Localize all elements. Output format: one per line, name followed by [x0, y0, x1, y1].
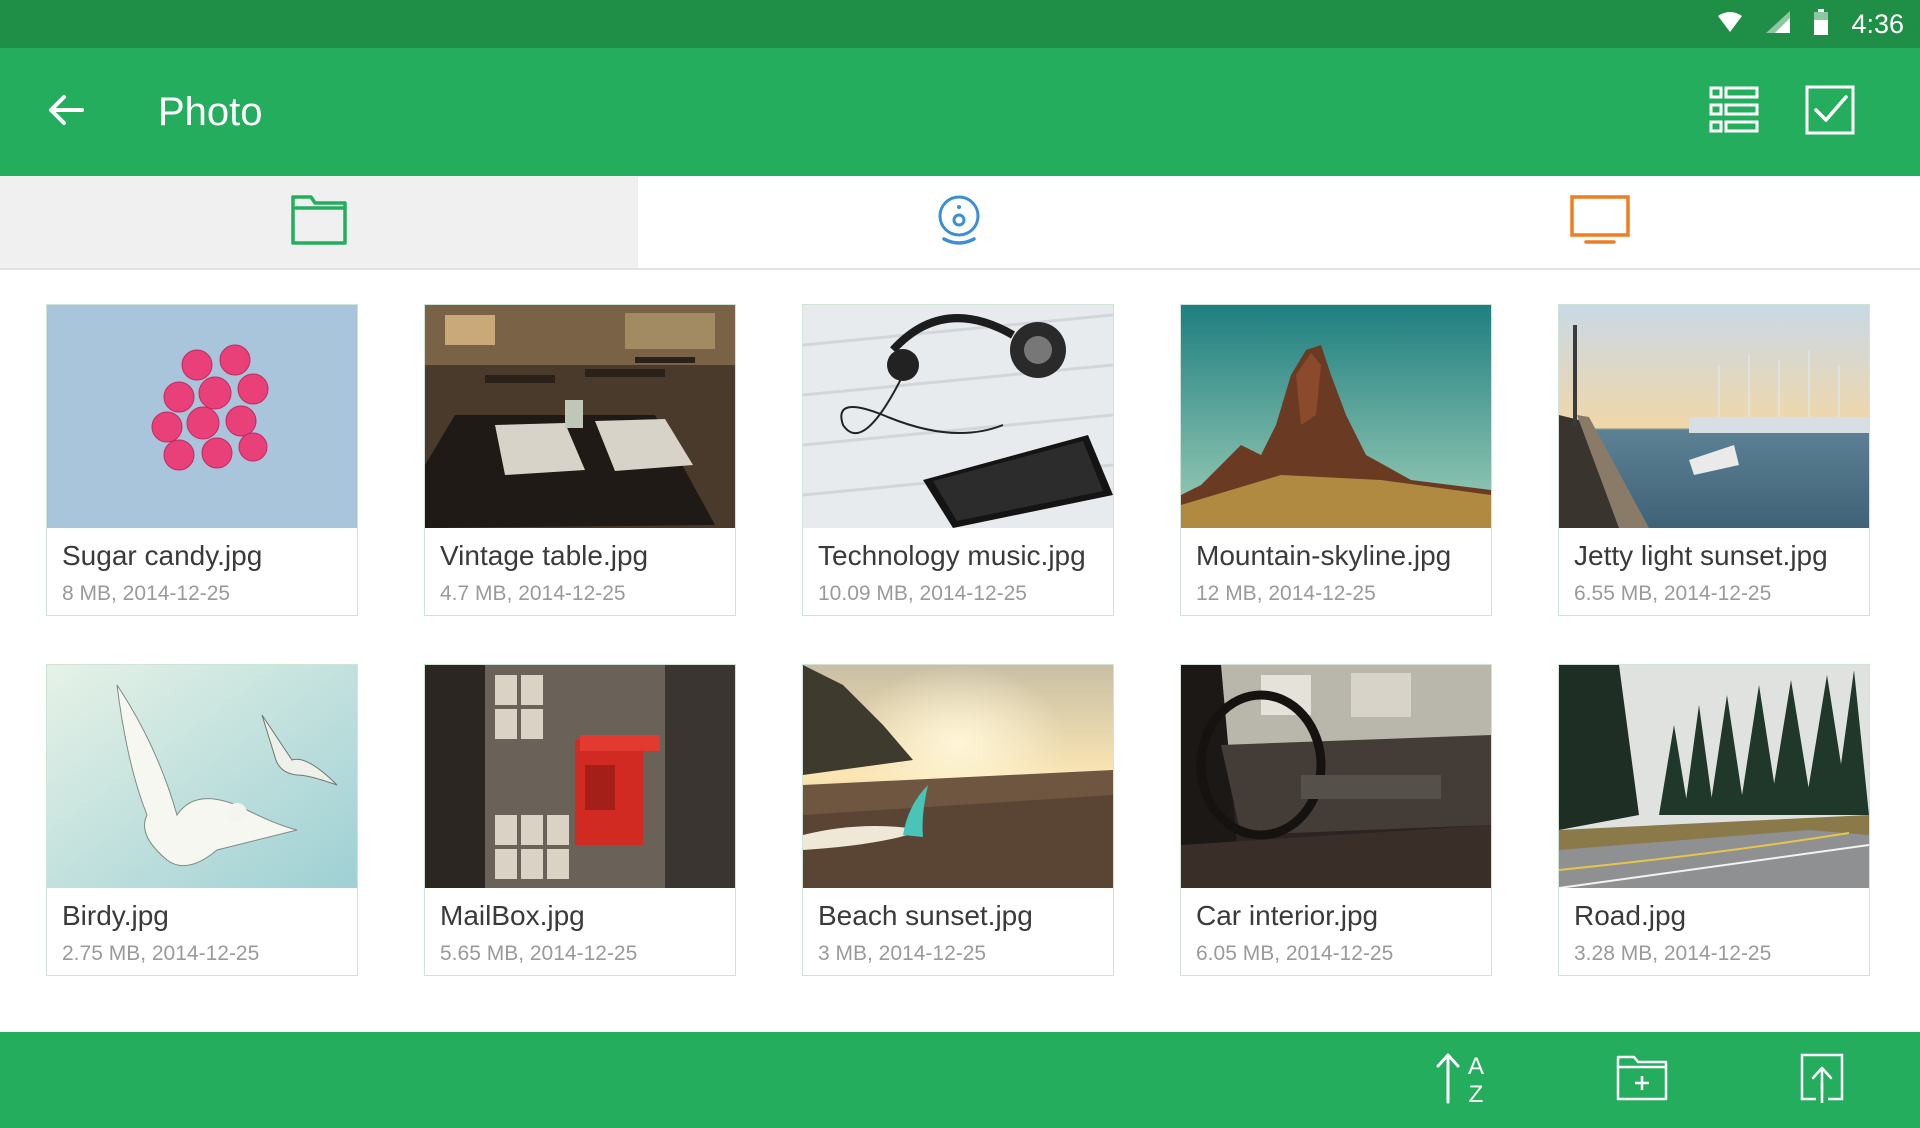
thumbnail-technology-music [803, 305, 1113, 528]
file-meta: 8 MB, 2014-12-25 [62, 582, 231, 605]
status-icons: 4:36 [1717, 0, 1904, 48]
thumbnail-birdy [47, 665, 357, 888]
file-meta: 12 MB, 2014-12-25 [1196, 582, 1376, 605]
new-folder-icon [1616, 1055, 1668, 1106]
thumbnail-road [1559, 665, 1869, 888]
file-name: Beach sunset.jpg [818, 900, 1033, 931]
thumbnail-vintage-table [425, 305, 735, 528]
select-checkbox-icon [1805, 85, 1855, 140]
back-arrow-icon [48, 94, 84, 131]
photo-card-technology-music[interactable]: Technology music.jpg 10.09 MB, 2014-12-2… [802, 304, 1114, 616]
upload-icon [1800, 1053, 1844, 1108]
back-button[interactable] [36, 82, 96, 142]
file-name: Car interior.jpg [1196, 900, 1379, 931]
photo-card-birdy[interactable]: Birdy.jpg 2.75 MB, 2014-12-25 [46, 664, 358, 976]
file-name: Sugar candy.jpg [62, 540, 263, 571]
thumbnail-mailbox [425, 665, 735, 888]
photo-card-mountain-skyline[interactable]: Mountain-skyline.jpg 12 MB, 2014-12-25 [1180, 304, 1492, 616]
file-meta: 3.28 MB, 2014-12-25 [1574, 942, 1772, 965]
thumbnail-sugar-candy [47, 305, 357, 528]
tab-tv[interactable] [1279, 176, 1920, 268]
file-name: Technology music.jpg [818, 540, 1086, 571]
file-meta: 2.75 MB, 2014-12-25 [62, 942, 260, 965]
photo-card-sugar-candy[interactable]: Sugar candy.jpg 8 MB, 2014-12-25 [46, 304, 358, 616]
photo-card-beach-sunset[interactable]: Beach sunset.jpg 3 MB, 2014-12-25 [802, 664, 1114, 976]
battery-icon [1813, 8, 1829, 40]
file-name: Road.jpg [1574, 900, 1687, 931]
tab-bar [0, 176, 1920, 270]
tab-remote-device[interactable] [638, 176, 1279, 268]
status-time: 4:36 [1851, 8, 1904, 39]
tv-icon [1569, 194, 1630, 250]
file-name: Jetty light sunset.jpg [1574, 540, 1828, 571]
page-title: Photo [158, 90, 263, 134]
wifi-icon [1717, 11, 1743, 38]
app-bar: Photo [0, 48, 1920, 176]
sort-button[interactable]: A Z [1432, 1050, 1492, 1110]
file-name: Mountain-skyline.jpg [1196, 540, 1452, 571]
tab-local-folder[interactable] [0, 176, 638, 268]
status-bar: 4:36 [0, 0, 1920, 48]
file-meta: 5.65 MB, 2014-12-25 [440, 942, 638, 965]
photo-card-mailbox[interactable]: MailBox.jpg 5.65 MB, 2014-12-25 [424, 664, 736, 976]
list-view-button[interactable] [1704, 82, 1764, 142]
thumbnail-beach-sunset [803, 665, 1113, 888]
file-meta: 6.55 MB, 2014-12-25 [1574, 582, 1772, 605]
sort-label-a: A [1468, 1053, 1484, 1080]
thumbnail-car-interior [1181, 665, 1491, 888]
file-meta: 10.09 MB, 2014-12-25 [818, 582, 1027, 605]
photo-card-road[interactable]: Road.jpg 3.28 MB, 2014-12-25 [1558, 664, 1870, 976]
bottom-action-bar: A Z [0, 1032, 1920, 1128]
file-name: Vintage table.jpg [440, 540, 649, 571]
file-meta: 4.7 MB, 2014-12-25 [440, 582, 626, 605]
cell-signal-icon [1765, 10, 1791, 39]
list-view-icon [1709, 86, 1759, 139]
thumbnail-mountain-skyline [1181, 305, 1491, 528]
webcam-device-icon [936, 195, 982, 250]
photo-card-jetty-light-sunset[interactable]: Jetty light sunset.jpg 6.55 MB, 2014-12-… [1558, 304, 1870, 616]
file-name: MailBox.jpg [440, 900, 585, 931]
sort-az-icon: A Z [1434, 1050, 1490, 1111]
photo-grid: Sugar candy.jpg 8 MB, 2014-12-25 Vintage… [46, 304, 1874, 976]
photo-card-car-interior[interactable]: Car interior.jpg 6.05 MB, 2014-12-25 [1180, 664, 1492, 976]
photo-card-vintage-table[interactable]: Vintage table.jpg 4.7 MB, 2014-12-25 [424, 304, 736, 616]
folder-icon [291, 194, 347, 250]
file-meta: 6.05 MB, 2014-12-25 [1196, 942, 1394, 965]
thumbnail-jetty-light-sunset [1559, 305, 1869, 528]
file-name: Birdy.jpg [62, 900, 169, 931]
file-meta: 3 MB, 2014-12-25 [818, 942, 987, 965]
upload-button[interactable] [1792, 1050, 1852, 1110]
sort-label-z: Z [1469, 1081, 1484, 1106]
select-button[interactable] [1800, 82, 1860, 142]
new-folder-button[interactable] [1612, 1050, 1672, 1110]
